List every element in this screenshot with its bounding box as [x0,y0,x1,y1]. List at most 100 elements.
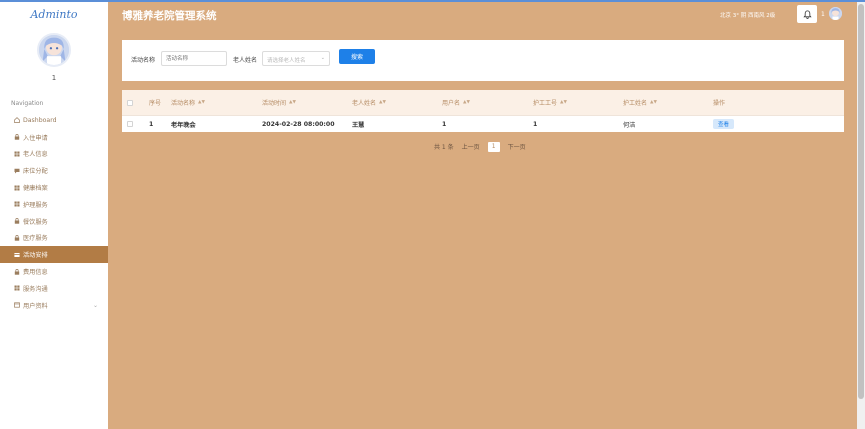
sidebar: Adminto 1 Navigation Dashboard 入住申请 老人信息 [0,2,108,429]
chevron-down-icon: ⌄ [320,55,325,61]
pagination: 共 1 条 上一页 1 下一页 [434,141,534,152]
row-checkbox[interactable] [127,121,133,127]
col-username[interactable]: 用户名 ▲▼ [437,90,528,115]
cell-activity-time: 2024-02-28 08:00:00 [262,120,335,128]
grid-icon [14,201,20,207]
sidebar-item-user-profile[interactable]: 用户资料 ⌄ [0,297,108,314]
sidebar-item-admission[interactable]: 入住申请 [0,129,108,146]
header-avatar[interactable] [829,7,842,20]
sidebar-item-label: 活动安排 [23,252,48,260]
nav-section-title: Navigation [11,100,44,107]
sidebar-item-health-records[interactable]: 健康档案 [0,179,108,196]
avatar[interactable] [37,33,71,67]
col-worker-name[interactable]: 护工姓名 ▲▼ [618,90,708,115]
sort-icon[interactable]: ▲▼ [289,100,296,105]
grid-icon [14,151,20,157]
scrollbar-thumb[interactable] [858,4,864,399]
sidebar-item-medical[interactable]: 医疗服务 [0,230,108,247]
column-label: 用户名 [442,100,461,107]
header-username[interactable]: 1 [821,11,825,18]
chevron-down-icon[interactable]: ⌄ [93,302,98,309]
sidebar-item-elder-info[interactable]: 老人信息 [0,146,108,163]
sidebar-item-fees[interactable]: 费用信息 [0,263,108,280]
sort-icon[interactable]: ▲▼ [198,100,205,105]
col-worker-id[interactable]: 护工工号 ▲▼ [528,90,618,115]
col-activity-time[interactable]: 活动时间 ▲▼ [257,90,347,115]
top-accent-bar [0,0,865,2]
cell-actions: 查看 [708,116,844,132]
table-header: 序号 活动名称 ▲▼ 活动时间 ▲▼ 老人姓名 ▲▼ 用户名 ▲▼ 护工工号 ▲▼ 护工姓… [122,90,844,116]
sort-icon[interactable]: ▲▼ [463,100,470,105]
grid-icon [14,285,20,291]
page-number-current[interactable]: 1 [487,141,500,152]
sidebar-item-label: 入住申请 [23,134,48,142]
sidebar-item-activities[interactable]: 活动安排 [0,246,108,264]
sort-icon[interactable]: ▲▼ [560,100,567,105]
cell-index: 1 [149,120,154,128]
sidebar-item-label: 老人信息 [23,151,48,159]
home-icon [14,117,20,124]
sidebar-item-label: 健康档案 [23,185,48,193]
lock-icon [14,235,20,241]
cell-worker-name: 何洁 [623,121,636,129]
sidebar-item-label: 床位分配 [23,168,48,176]
card-icon [14,252,20,257]
col-index: 序号 [149,100,162,107]
table-row: 1 老年晚会 2024-02-28 08:00:00 王慧 1 1 何洁 查看 [122,116,844,132]
elder-name-select[interactable]: 请选择老人姓名 ⌄ [262,51,330,66]
col-activity-name[interactable]: 活动名称 ▲▼ [166,90,257,115]
column-label: 老人姓名 [352,100,377,107]
search-panel: 活动名称 老人姓名 请选择老人姓名 ⌄ 搜索 [122,40,844,81]
lock-icon [14,218,20,224]
column-label: 活动时间 [262,100,287,107]
sidebar-item-label: 餐饮服务 [23,218,48,226]
row-checkbox-cell [122,116,144,132]
page-title: 博雅养老院管理系统 [122,10,217,22]
data-table: 序号 活动名称 ▲▼ 活动时间 ▲▼ 老人姓名 ▲▼ 用户名 ▲▼ 护工工号 ▲▼ 护工姓… [122,90,844,132]
lock-icon [14,268,20,275]
cell-username: 1 [442,120,447,128]
lock-icon [14,134,20,140]
next-page-button[interactable]: 下一页 [508,142,526,151]
pagination-total: 共 1 条 [434,144,454,151]
weather-widget: 北京 3° 阴 西南风 2级 [720,13,776,19]
col-elder-name[interactable]: 老人姓名 ▲▼ [347,90,437,115]
activity-name-label: 活动名称 [131,57,156,64]
column-label: 护工工号 [533,100,558,107]
prev-page-button[interactable]: 上一页 [462,142,480,151]
sidebar-item-label: 用户资料 [23,302,48,310]
sort-icon[interactable]: ▲▼ [650,100,657,105]
chat-icon [14,168,20,174]
sidebar-item-label: Dashboard [23,116,57,124]
sort-icon[interactable]: ▲▼ [379,100,386,105]
select-all-checkbox[interactable] [127,99,133,106]
notification-button[interactable] [797,5,817,23]
select-placeholder: 请选择老人姓名 [267,58,306,64]
cell-elder-name: 王慧 [352,121,365,129]
elder-name-label: 老人姓名 [233,57,258,64]
cell-activity-name: 老年晚会 [171,121,196,129]
column-label: 活动名称 [171,100,196,107]
col-actions: 操作 [713,100,726,107]
activity-name-input[interactable] [161,51,227,66]
header-checkbox-cell [122,90,144,115]
sidebar-item-communication[interactable]: 服务沟通 [0,280,108,297]
column-label: 护工姓名 [623,100,648,107]
search-button[interactable]: 搜索 [339,49,375,64]
bell-icon [802,9,812,19]
sidebar-menu: Dashboard 入住申请 老人信息 床位分配 健康档案 护理服务 餐饮服务 [0,112,108,314]
grid-icon [14,185,20,191]
sidebar-item-nursing[interactable]: 护理服务 [0,196,108,213]
sidebar-item-label: 护理服务 [23,201,48,209]
sidebar-item-label: 费用信息 [23,269,48,277]
sidebar-item-bed-allocation[interactable]: 床位分配 [0,162,108,179]
app-logo[interactable]: Adminto [0,8,108,21]
view-button[interactable]: 查看 [713,119,735,129]
sidebar-item-catering[interactable]: 餐饮服务 [0,213,108,230]
sidebar-user-number: 1 [51,74,57,82]
sidebar-item-label: 医疗服务 [23,235,48,243]
scrollbar[interactable] [857,2,865,429]
window-icon [14,302,20,308]
sidebar-item-dashboard[interactable]: Dashboard [0,112,108,129]
sidebar-item-label: 服务沟通 [23,285,48,293]
